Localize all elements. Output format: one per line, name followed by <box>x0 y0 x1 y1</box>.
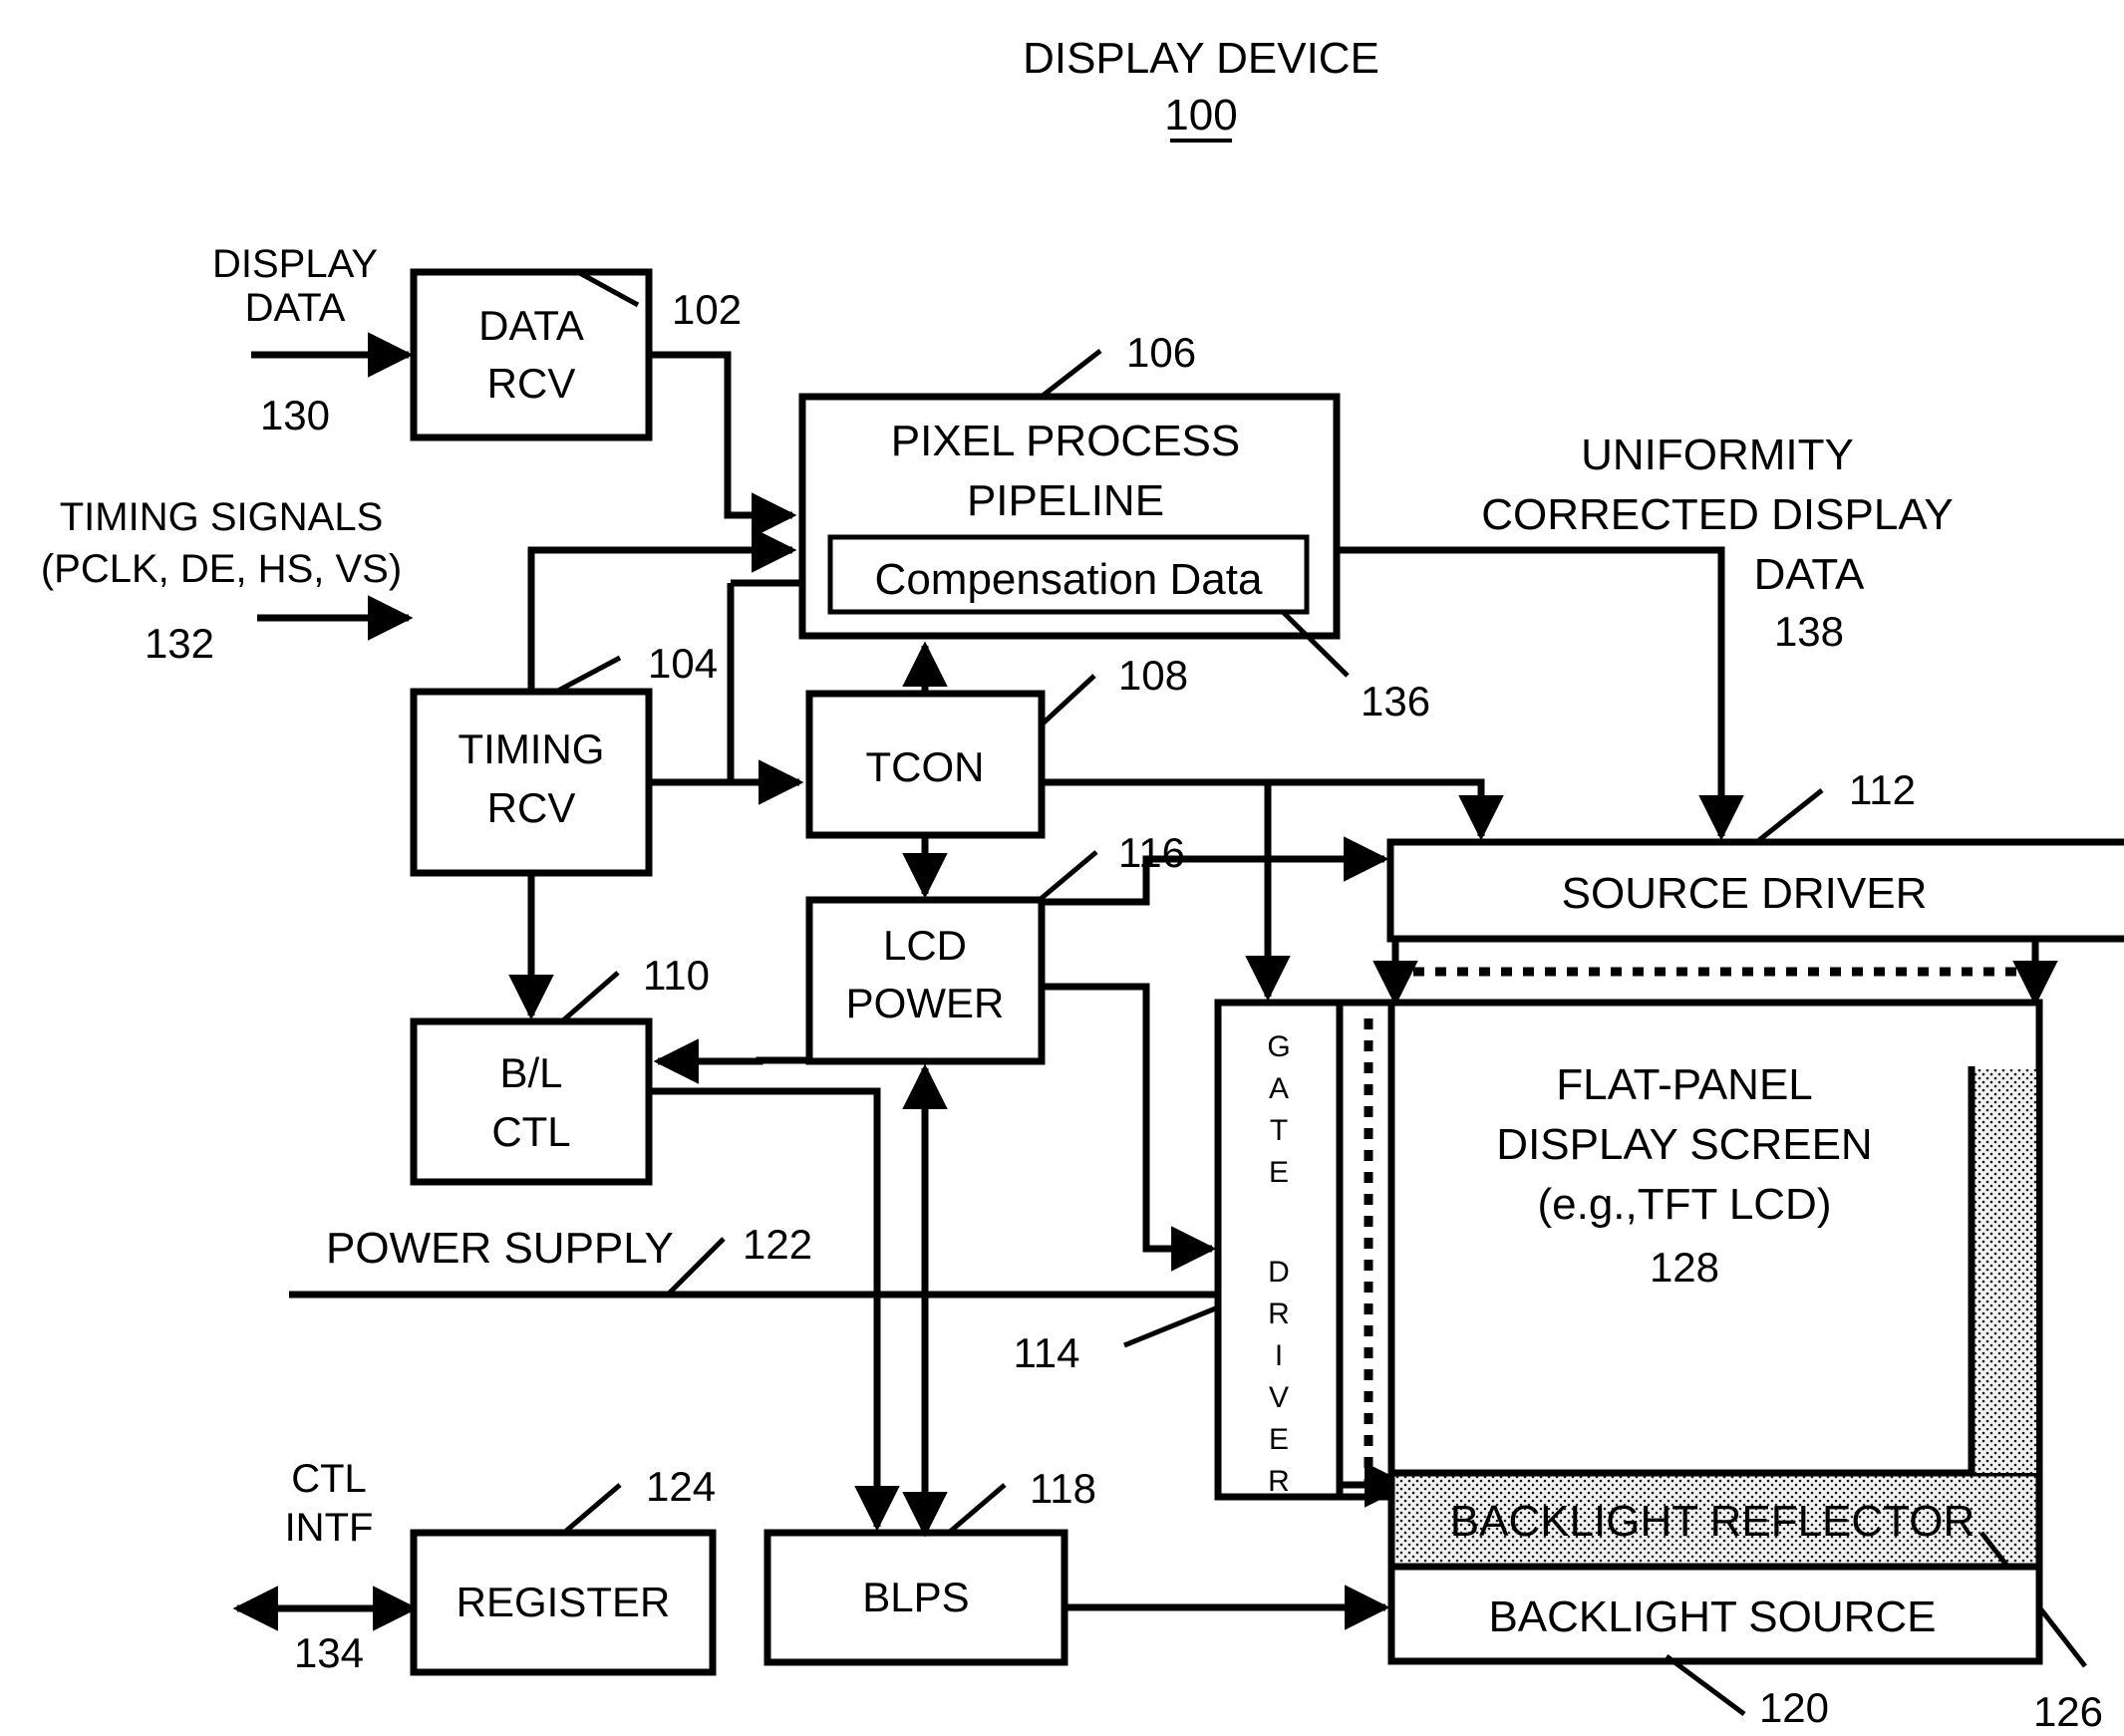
pixel-pipeline-leader <box>1041 349 1102 398</box>
backlight-source-ref: 120 <box>1759 1684 1829 1731</box>
gate-driver-ref: 114 <box>1014 1329 1080 1376</box>
data-rcv-label-line2: RCV <box>487 360 576 407</box>
pixel-pipeline-ref: 106 <box>1126 329 1196 376</box>
lcd-power-label-line1: LCD <box>883 922 967 969</box>
block-bl-ctl[interactable] <box>410 1017 653 1186</box>
register-label: REGISTER <box>456 1579 671 1625</box>
power-supply-label: POWER SUPPLY <box>326 1224 674 1273</box>
timing-rcv-label-line1: TIMING <box>458 725 605 772</box>
block-data-rcv[interactable] <box>410 268 653 441</box>
display-data-label-line2: DATA <box>245 286 346 330</box>
ctl-intf-label-line1: CTL <box>291 1457 367 1501</box>
flat-panel-label-line1: FLAT-PANEL <box>1556 1060 1813 1109</box>
source-driver-leader <box>1757 788 1824 842</box>
bl-ctl-leader <box>561 971 620 1022</box>
compensation-data-ref: 136 <box>1361 678 1430 724</box>
pixel-pipeline-label-line2: PIPELINE <box>967 476 1164 525</box>
lcd-power-leader <box>1039 850 1098 901</box>
power-supply-leader <box>665 1237 726 1298</box>
lcd-power-ref: 116 <box>1118 829 1185 876</box>
uniformity-data-line3: DATA <box>1754 550 1865 599</box>
timing-rcv-ref: 104 <box>648 640 718 687</box>
timing-signals-label-line2: (PCLK, DE, HS, VS) <box>41 547 402 591</box>
diagram-canvas: DISPLAY DEVICE 100 DISPLAY DATA 130 TIMI… <box>0 0 2124 1736</box>
page-title: DISPLAY DEVICE <box>1023 34 1379 83</box>
source-driver-ref: 112 <box>1849 766 1916 813</box>
flat-panel-label-line3: (e.g.,TFT LCD) <box>1537 1180 1831 1229</box>
uniformity-data-line1: UNIFORMITY <box>1581 431 1854 479</box>
wire-tcon-to-source-driver <box>1268 778 1504 841</box>
display-data-ref: 130 <box>260 392 330 438</box>
blps-leader <box>948 1483 1007 1534</box>
timing-signals-ref: 132 <box>145 620 214 667</box>
backlight-reflector-ref: 126 <box>2033 1688 2103 1735</box>
flat-panel-ref: 128 <box>1650 1244 1719 1291</box>
uniformity-data-ref: 138 <box>1774 608 1844 655</box>
wire-tcon-to-gate-driver <box>1042 778 1291 1002</box>
timing-rcv-label-line2: RCV <box>487 784 576 831</box>
gate-driver-leader <box>1123 1304 1219 1348</box>
lcd-power-label-line2: POWER <box>846 980 1005 1026</box>
uniformity-data-line2: CORRECTED DISPLAY <box>1481 490 1954 539</box>
source-driver-label: SOURCE DRIVER <box>1562 869 1928 918</box>
timing-rcv-leader <box>556 655 622 694</box>
tcon-label: TCON <box>866 743 985 790</box>
bl-ctl-ref: 110 <box>643 952 710 999</box>
display-data-label-line1: DISPLAY <box>212 242 378 286</box>
pixel-pipeline-label-line1: PIXEL PROCESS <box>891 417 1241 465</box>
bl-ctl-label-line2: CTL <box>491 1108 570 1155</box>
backlight-reflector-label: BACKLIGHT REFLECTOR <box>1450 1497 1975 1546</box>
power-supply-ref: 122 <box>743 1221 812 1268</box>
ctl-intf-label-line2: INTF <box>285 1506 374 1550</box>
flat-panel-label-line2: DISPLAY SCREEN <box>1496 1120 1872 1169</box>
tcon-ref: 108 <box>1118 652 1188 699</box>
gate-driver-label: GATE DRIVER <box>1267 1030 1290 1498</box>
data-rcv-ref: 102 <box>672 286 742 333</box>
wire-lcd-power-to-bl-ctl <box>653 1038 809 1084</box>
wire-lcd-power-to-source-driver <box>1042 836 1389 906</box>
register-ref: 124 <box>646 1463 716 1510</box>
data-rcv-label-line1: DATA <box>478 302 584 349</box>
compensation-data-label: Compensation Data <box>875 555 1263 604</box>
backlight-source-label: BACKLIGHT SOURCE <box>1488 1592 1936 1641</box>
page-title-ref: 100 <box>1164 91 1237 140</box>
blps-label: BLPS <box>862 1574 969 1620</box>
wire-data-rcv-to-pipeline <box>649 351 797 538</box>
blps-ref: 118 <box>1030 1465 1096 1512</box>
panel-side-reflector-fill <box>1974 1069 2036 1473</box>
wire-lcd-power-to-gate-driver <box>1042 983 1217 1272</box>
block-timing-rcv[interactable] <box>410 688 653 877</box>
register-leader <box>563 1483 622 1534</box>
tcon-leader <box>1039 674 1096 727</box>
bl-ctl-label-line1: B/L <box>499 1049 562 1096</box>
timing-signals-label-line1: TIMING SIGNALS <box>60 495 384 539</box>
backlight-source-leader <box>1665 1653 1746 1717</box>
wire-bl-ctl-to-blps <box>649 1087 900 1532</box>
ctl-intf-ref: 134 <box>294 1629 364 1676</box>
